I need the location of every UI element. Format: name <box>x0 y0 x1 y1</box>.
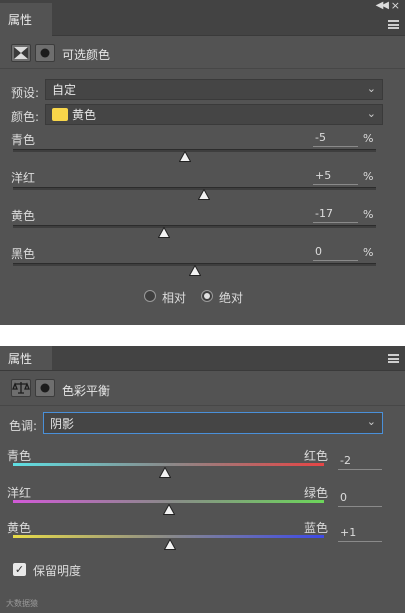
slider-value-field[interactable]: 0 <box>313 245 358 261</box>
tab-properties[interactable]: 属性 <box>0 3 52 36</box>
slider-knob[interactable] <box>197 189 210 200</box>
tab-properties[interactable]: 属性 <box>0 346 52 370</box>
slider-value-field[interactable]: +5 <box>313 169 358 185</box>
tone-value: 阴影 <box>50 416 75 431</box>
slider-value-field[interactable]: +1 <box>338 526 382 542</box>
tone-label: 色调: <box>9 419 38 433</box>
preserve-luminosity-label: 保留明度 <box>33 564 82 578</box>
watermark: 大数据猿 <box>6 599 38 608</box>
slider-track[interactable] <box>13 149 376 152</box>
slider-label: 黄色 <box>11 209 36 223</box>
slider-knob[interactable] <box>164 539 177 550</box>
preserve-luminosity-checkbox[interactable]: ✓ <box>13 563 26 576</box>
balance-scale-icon[interactable] <box>11 379 31 397</box>
panel-header: 色彩平衡 <box>0 372 405 406</box>
radio-relative[interactable] <box>144 290 156 302</box>
panel-menu-icon[interactable] <box>388 20 399 29</box>
percent-unit: % <box>363 246 374 259</box>
chevron-down-icon: ⌄ <box>366 107 376 120</box>
slider-right-label: 红色 <box>304 449 329 463</box>
layer-mask-icon[interactable] <box>35 44 55 62</box>
color-balance-panel: 属性 色彩平衡 色调: 阴影 ⌄ 青色 红色 -2 洋红 绿色 0 黄色 蓝色 +1 ✓ 保留明… <box>0 346 405 613</box>
slider-value-field[interactable]: 0 <box>338 491 382 507</box>
slider-track[interactable] <box>13 225 376 228</box>
slider-label: 青色 <box>11 133 36 147</box>
percent-unit: % <box>363 132 374 145</box>
color-label: 颜色: <box>11 110 40 124</box>
chevron-down-icon: ⌄ <box>366 415 376 428</box>
slider-track[interactable] <box>13 187 376 190</box>
selective-color-panel: 属性 ◀◀ × 可选颜色 预设: 自定 ⌄ 颜色: 黄色 ⌄ 青色 -5% 洋红 +5… <box>0 0 405 325</box>
close-icon[interactable]: × <box>391 0 400 12</box>
panel-tab-bar: 属性 <box>0 346 405 371</box>
tone-dropdown[interactable]: 阴影 ⌄ <box>43 412 383 434</box>
percent-unit: % <box>363 208 374 221</box>
slider-left-label: 青色 <box>7 449 32 463</box>
slider-value-field[interactable]: -17 <box>313 207 358 223</box>
panel-header: 可选颜色 <box>0 37 405 69</box>
slider-value-field[interactable]: -5 <box>313 131 358 147</box>
panel-tab-bar: 属性 ◀◀ × <box>0 0 405 36</box>
color-gradient-track[interactable] <box>13 535 324 538</box>
color-gradient-track[interactable] <box>13 500 324 503</box>
slider-label: 洋红 <box>11 171 36 185</box>
panel-title: 色彩平衡 <box>62 384 111 398</box>
radio-relative-label: 相对 <box>162 291 187 305</box>
chevron-down-icon: ⌄ <box>366 82 376 95</box>
layer-mask-icon[interactable] <box>35 379 55 397</box>
preset-dropdown[interactable]: 自定 ⌄ <box>45 79 383 100</box>
slider-value-field[interactable]: -2 <box>338 454 382 470</box>
slider-label: 黑色 <box>11 247 36 261</box>
radio-absolute[interactable] <box>201 290 213 302</box>
slider-right-label: 蓝色 <box>304 521 329 535</box>
panel-menu-icon[interactable] <box>388 354 399 363</box>
slider-knob[interactable] <box>179 151 192 162</box>
adjustment-layer-icon[interactable] <box>11 44 31 62</box>
slider-knob[interactable] <box>162 504 175 515</box>
percent-unit: % <box>363 170 374 183</box>
slider-left-label: 洋红 <box>7 486 32 500</box>
slider-knob[interactable] <box>159 467 172 478</box>
slider-left-label: 黄色 <box>7 521 32 535</box>
panel-title: 可选颜色 <box>62 48 111 62</box>
slider-knob[interactable] <box>157 227 170 238</box>
slider-knob[interactable] <box>188 265 201 276</box>
slider-right-label: 绿色 <box>304 486 329 500</box>
preset-value: 自定 <box>52 83 77 97</box>
collapse-icon[interactable]: ◀◀ <box>376 0 389 11</box>
preset-label: 预设: <box>11 86 40 100</box>
color-gradient-track[interactable] <box>13 463 324 466</box>
color-value: 黄色 <box>72 108 97 122</box>
yellow-swatch <box>52 108 68 121</box>
color-dropdown[interactable]: 黄色 ⌄ <box>45 104 383 125</box>
radio-absolute-label: 绝对 <box>219 291 244 305</box>
